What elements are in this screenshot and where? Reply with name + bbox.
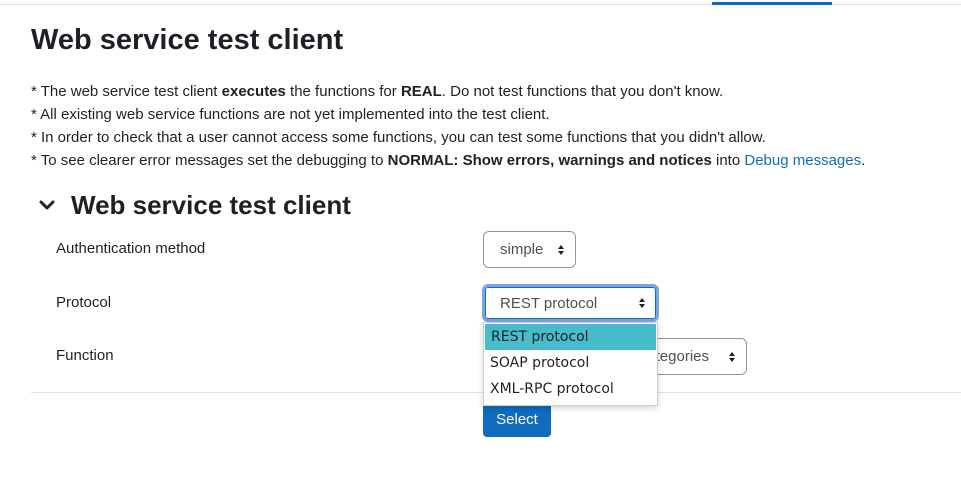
select-button[interactable]: Select (483, 401, 551, 437)
section-title: Web service test client (71, 190, 351, 220)
note-emphasis: executes (221, 83, 286, 100)
section-header[interactable]: Web service test client (36, 188, 351, 222)
auth-method-select[interactable]: simple (483, 231, 576, 268)
note-line: * To see clearer error messages set the … (31, 149, 865, 172)
note-text: * In order to check that a user cannot a… (31, 129, 766, 146)
active-tab-indicator (712, 2, 832, 5)
protocol-option-xmlrpc[interactable]: XML-RPC protocol (484, 376, 657, 402)
protocol-option-soap[interactable]: SOAP protocol (484, 350, 657, 376)
protocol-dropdown-list: REST protocol SOAP protocol XML-RPC prot… (483, 322, 658, 406)
page-title: Web service test client (31, 24, 344, 56)
select-arrows-icon (558, 244, 564, 255)
select-arrows-icon (639, 298, 645, 308)
note-line: * In order to check that a user cannot a… (31, 126, 865, 149)
note-emphasis: REAL (400, 83, 442, 100)
note-emphasis: NORMAL: Show errors, warnings and notice… (387, 152, 712, 169)
chevron-down-icon[interactable] (36, 194, 58, 216)
note-text: * The web service test client (31, 83, 222, 100)
notes-list: * The web service test client executes t… (31, 80, 865, 172)
protocol-option-rest[interactable]: REST protocol (485, 324, 656, 350)
note-line: * The web service test client executes t… (31, 80, 865, 103)
note-text: . (861, 152, 866, 169)
note-text: . Do not test functions that you don't k… (441, 83, 724, 100)
function-value: tegories (655, 348, 709, 365)
debug-messages-link[interactable]: Debug messages (744, 152, 861, 169)
auth-method-value: simple (500, 241, 544, 258)
protocol-select[interactable]: REST protocol (482, 284, 659, 322)
auth-method-label: Authentication method (56, 240, 206, 257)
select-arrows-icon (729, 351, 735, 362)
function-label: Function (56, 347, 114, 364)
protocol-label: Protocol (56, 294, 112, 311)
protocol-value: REST protocol (500, 294, 598, 312)
note-line: * All existing web service functions are… (31, 103, 865, 126)
note-text: the functions for (285, 83, 401, 100)
note-text: * To see clearer error messages set the … (31, 152, 388, 169)
note-text: * All existing web service functions are… (31, 106, 550, 123)
note-text: into (711, 152, 745, 169)
